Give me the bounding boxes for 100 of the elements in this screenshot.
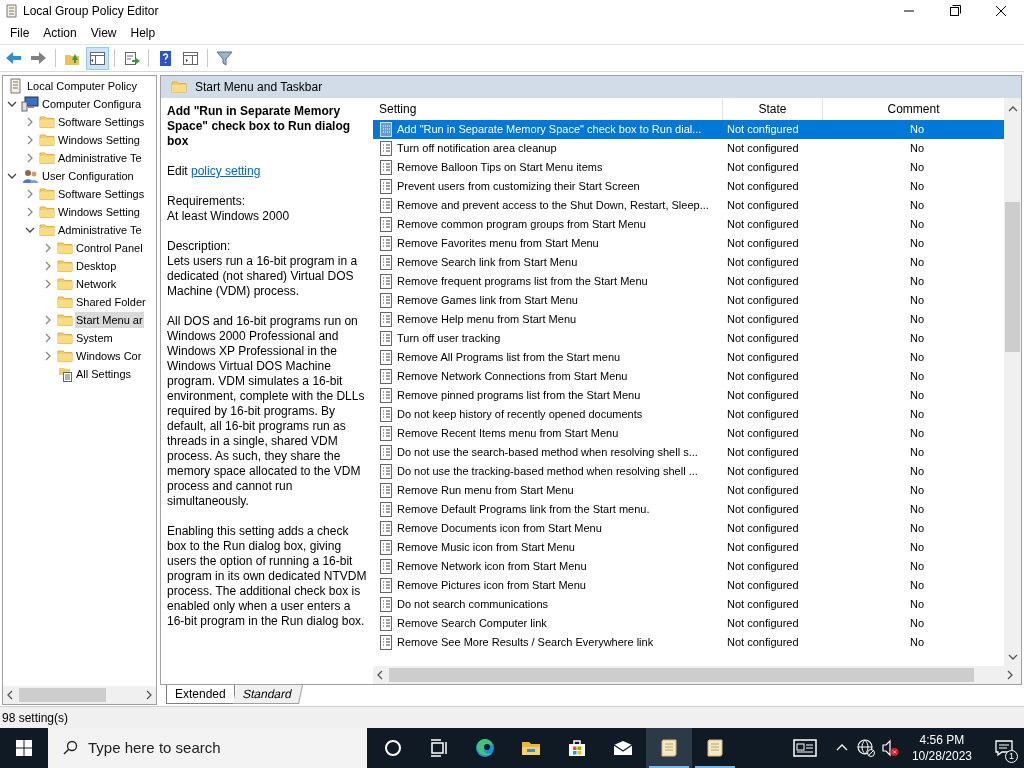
state-text: Not configured [726, 597, 800, 613]
tree-item[interactable]: Control Panel [75, 239, 144, 257]
toolbar-button[interactable] [86, 46, 109, 70]
table-row[interactable]: Remove Search Computer link Not configured No [373, 614, 1004, 633]
tree-item[interactable]: Administrative Te [57, 221, 143, 239]
news-icon[interactable] [791, 737, 818, 759]
setting-name: Remove Help menu from Start Menu [397, 312, 577, 328]
state-text: Not configured [726, 141, 800, 157]
table-row[interactable]: Do not search communications Not configured No [373, 595, 1004, 614]
table-row[interactable]: Do not keep history of recently opened documents Not configured No [373, 405, 1004, 424]
table-row[interactable]: Remove Balloon Tips on Start Menu items Not configured No [373, 158, 1004, 177]
table-row[interactable]: Remove Pictures icon from Start Menu Not configured No [373, 576, 1004, 595]
tree-item[interactable]: Desktop [75, 257, 118, 275]
menu-item[interactable]: View [83, 24, 124, 42]
table-row[interactable]: Remove Run menu from Start Menu Not configured No [373, 481, 1004, 500]
table-row[interactable]: Add "Run in Separate Memory Space" check box to Run dial... Not configured No [373, 120, 1004, 139]
menu-item[interactable]: Help [123, 24, 163, 42]
comment-text: No [909, 407, 926, 423]
tree-item[interactable]: Local Computer Policy [26, 77, 139, 95]
setting-name: Remove Search Computer link [397, 616, 547, 632]
search-field[interactable]: Type here to search [48, 728, 367, 768]
tree-item[interactable]: System [75, 329, 114, 347]
scrollbar-thumb[interactable] [389, 668, 974, 682]
tree-item[interactable]: Network [75, 275, 118, 293]
table-row[interactable]: Remove Recent Items menu from Start Menu Not configured No [373, 424, 1004, 443]
table-row[interactable]: Remove common program groups from Start Menu Not configured No [373, 215, 1004, 234]
table-row[interactable]: Remove See More Results / Search Everywhere link Not configured No [373, 633, 1004, 652]
clock-date[interactable]: 10/28/2023 [911, 748, 972, 764]
comment-text: No [909, 445, 926, 461]
table-row[interactable]: Turn off user tracking Not configured No [373, 329, 1004, 348]
table-row[interactable]: Remove All Programs list from the Start menu Not configured No [373, 348, 1004, 367]
state-text: Not configured [726, 122, 800, 138]
setting-name: Remove Balloon Tips on Start Menu items [397, 160, 603, 176]
policy-setting-link[interactable]: policy setting [191, 164, 261, 178]
state-text: Not configured [726, 388, 800, 404]
table-row[interactable]: Remove frequent programs list from the Start Menu Not configured No [373, 272, 1004, 291]
tree-item[interactable]: User Configuration [41, 167, 135, 185]
horizontal-scrollbar[interactable] [3, 686, 156, 704]
policy-setting-icon [379, 349, 393, 366]
menu-item[interactable]: Action [36, 24, 84, 42]
app-icon [4, 3, 20, 19]
table-row[interactable]: Prevent users from customizing their Start Screen Not configured No [373, 177, 1004, 196]
edit-label: Edit [167, 164, 189, 178]
table-row[interactable]: Remove Favorites menu from Start Menu Not configured No [373, 234, 1004, 253]
comment-text: No [909, 369, 926, 385]
tree-item[interactable]: Windows Cor [75, 347, 143, 365]
folder-icon [39, 114, 55, 130]
table-row[interactable]: Remove Games link from Start Menu Not configured No [373, 291, 1004, 310]
tree-item[interactable]: Software Settings [57, 113, 146, 131]
tree-item[interactable]: Start Menu ar [75, 311, 144, 329]
folder-icon [57, 330, 73, 346]
tree-item[interactable]: Software Settings [57, 185, 146, 203]
table-row[interactable]: Turn off notification area cleanup Not configured No [373, 139, 1004, 158]
table-row[interactable]: Remove Help menu from Start Menu Not configured No [373, 310, 1004, 329]
table-row[interactable]: Remove Music icon from Start Menu Not configured No [373, 538, 1004, 557]
table-row[interactable]: Remove and prevent access to the Shut Down, Restart, Sleep... Not configured No [373, 196, 1004, 215]
tree-item[interactable]: Windows Setting [57, 131, 141, 149]
setting-name: Remove Network Connections from Start Menu [397, 369, 628, 385]
setting-name: Remove Recent Items menu from Start Menu [397, 426, 619, 442]
column-header[interactable]: Comment [823, 98, 1004, 120]
table-row[interactable]: Remove Network Connections from Start Menu Not configured No [373, 367, 1004, 386]
setting-name: Do not use the search-based method when resolving shell s... [397, 445, 698, 461]
table-row[interactable]: Remove Documents icon from Start Menu Not configured No [373, 519, 1004, 538]
tree-item[interactable]: Shared Folder [75, 293, 147, 311]
state-text: Not configured [726, 274, 800, 290]
state-text: Not configured [726, 483, 800, 499]
comment-text: No [909, 179, 926, 195]
setting-name: Prevent users from customizing their Start Screen [397, 179, 640, 195]
speaker-muted-icon[interactable] [879, 738, 900, 758]
state-text: Not configured [726, 255, 800, 271]
table-row[interactable]: Remove Search link from Start Menu Not configured No [373, 253, 1004, 272]
state-text: Not configured [726, 635, 800, 651]
tree-item[interactable]: All Settings [75, 365, 133, 383]
menu-item[interactable]: File [3, 24, 37, 42]
vertical-scrollbar[interactable] [1004, 98, 1021, 666]
table-row[interactable]: Remove Default Programs link from the Start menu. Not configured No [373, 500, 1004, 519]
clock-time[interactable]: 4:56 PM [919, 732, 965, 748]
folder-icon [171, 79, 187, 95]
task-view-icon [428, 737, 450, 759]
table-row[interactable]: Do not use the tracking-based method when resolving shell ... Not configured No [373, 462, 1004, 481]
policy-setting-icon [379, 406, 393, 423]
notifications-button[interactable]: 1 [984, 728, 1024, 768]
tree-item[interactable]: Computer Configura [41, 95, 143, 113]
state-text: Not configured [726, 179, 800, 195]
scrollbar-thumb[interactable] [19, 688, 106, 702]
horizontal-scrollbar[interactable] [373, 666, 1021, 684]
comment-text: No [909, 388, 926, 404]
table-row[interactable]: Remove Network icon from Start Menu Not configured No [373, 557, 1004, 576]
comment-text: No [909, 502, 926, 518]
network-globe-icon[interactable] [855, 738, 876, 758]
setting-name: Remove Network icon from Start Menu [397, 559, 587, 575]
scrollbar-thumb[interactable] [1005, 202, 1020, 352]
taskbar-app[interactable] [646, 728, 692, 768]
view-tab[interactable]: Standard [232, 685, 303, 704]
table-row[interactable]: Remove pinned programs list from the Start Menu Not configured No [373, 386, 1004, 405]
tree-item[interactable]: Windows Setting [57, 203, 141, 221]
state-text: Not configured [726, 445, 800, 461]
view-tab[interactable]: Extended [166, 685, 235, 704]
tree-item[interactable]: Administrative Te [57, 149, 143, 167]
table-row[interactable]: Do not use the search-based method when resolving shell s... Not configured No [373, 443, 1004, 462]
